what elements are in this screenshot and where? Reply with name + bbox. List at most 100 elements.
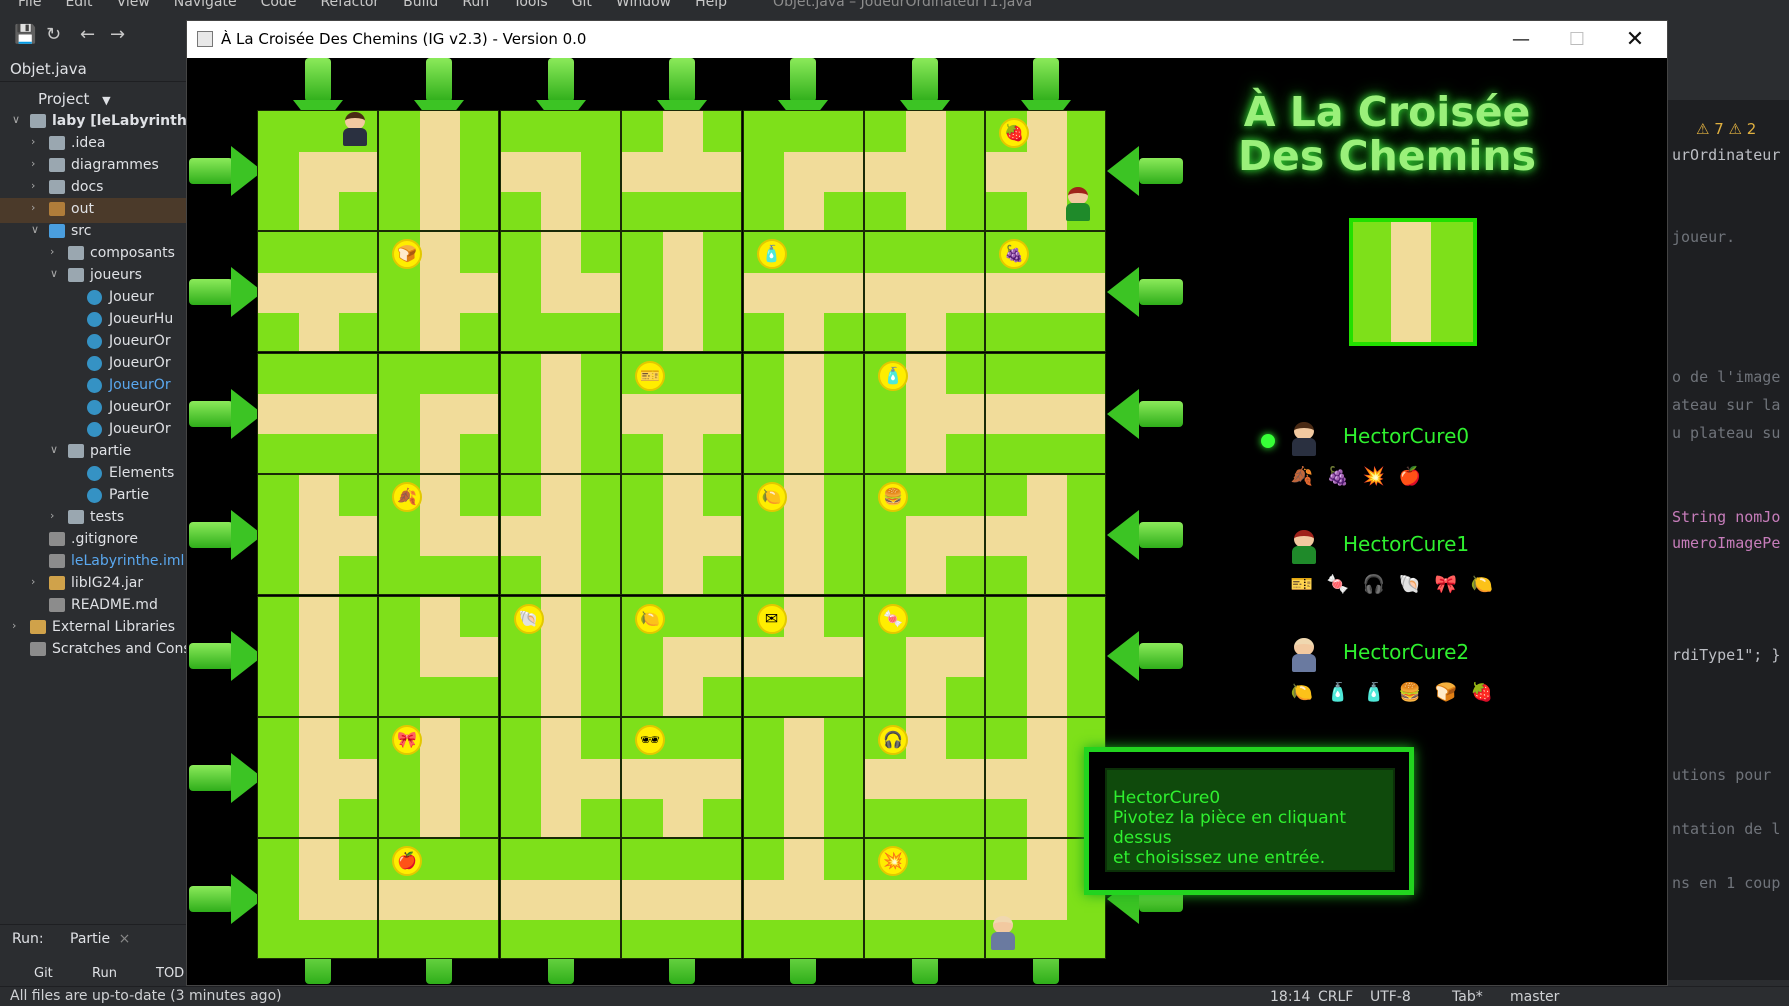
board-tile[interactable]	[257, 352, 378, 474]
chevron-right-icon[interactable]: ›	[12, 619, 16, 632]
chevron-down-icon[interactable]: ▼	[102, 94, 110, 107]
board-tile[interactable]	[499, 231, 621, 353]
board-tile[interactable]	[378, 595, 500, 717]
board-tile[interactable]	[742, 352, 864, 474]
warnings-indicator[interactable]: ⚠ 7 ⚠ 2	[1696, 120, 1756, 138]
sync-icon[interactable]: ↻	[46, 24, 61, 45]
bottom-tab-tod[interactable]: TOD	[156, 966, 184, 981]
avatar-body	[1292, 654, 1316, 672]
menu-item-git[interactable]: Git	[572, 0, 592, 10]
close-icon[interactable]: ×	[119, 931, 131, 947]
menu-item-view[interactable]: View	[117, 0, 150, 10]
bottom-tab-run[interactable]: Run	[92, 966, 117, 981]
board-tile[interactable]	[864, 110, 985, 231]
board-tile[interactable]	[985, 474, 1107, 596]
tile-path	[419, 475, 460, 517]
board-tile[interactable]	[257, 474, 378, 596]
tile-path	[662, 151, 703, 192]
insert-arrow-left[interactable]	[189, 752, 265, 803]
status-item[interactable]: 18:14	[1270, 989, 1310, 1005]
tile-path	[1065, 272, 1106, 313]
forward-icon[interactable]: →	[110, 24, 125, 45]
status-item[interactable]: CRLF	[1318, 989, 1353, 1005]
maximize-button[interactable]: ☐	[1549, 21, 1605, 58]
tree-item[interactable]: Scratches and Cons	[0, 638, 190, 663]
menu-item-file[interactable]: File	[18, 0, 41, 10]
board-tile[interactable]	[742, 838, 864, 960]
menu-item-refactor[interactable]: Refactor	[320, 0, 379, 10]
insert-arrow-left[interactable]	[189, 874, 265, 925]
menu-item-edit[interactable]: Edit	[65, 0, 92, 10]
chevron-right-icon[interactable]: ›	[50, 245, 54, 258]
insert-arrow-right[interactable]	[1107, 388, 1183, 439]
code-line: String nomJo	[1672, 508, 1781, 526]
chevron-down-icon[interactable]: ∨	[12, 113, 20, 126]
board-tile[interactable]	[985, 352, 1107, 474]
board-tile[interactable]	[257, 838, 378, 960]
board-tile[interactable]	[621, 110, 743, 231]
insert-arrow-right[interactable]	[1107, 631, 1183, 682]
board-tile[interactable]	[499, 110, 621, 231]
menu-item-run[interactable]: Run	[462, 0, 489, 10]
chevron-down-icon[interactable]: ∨	[50, 443, 58, 456]
board-tile[interactable]	[257, 595, 378, 717]
board-tile[interactable]	[864, 231, 985, 353]
bottom-tab-git[interactable]: Git	[34, 966, 53, 981]
chevron-right-icon[interactable]: ›	[31, 135, 35, 148]
tile-path	[419, 637, 460, 678]
minimize-button[interactable]: —	[1493, 21, 1549, 58]
status-item[interactable]: master	[1510, 989, 1559, 1005]
back-icon[interactable]: ←	[80, 24, 95, 45]
board-tile[interactable]	[257, 717, 378, 838]
spare-tile[interactable]	[1349, 218, 1477, 346]
board-tile[interactable]	[621, 474, 743, 596]
chevron-down-icon[interactable]: ∨	[31, 223, 39, 236]
board-tile[interactable]	[621, 838, 743, 960]
board-tile[interactable]	[621, 231, 743, 353]
board-tile[interactable]	[742, 717, 864, 838]
insert-arrow-left[interactable]	[189, 267, 265, 318]
insert-arrow-right[interactable]	[1107, 509, 1183, 560]
menu-item-window[interactable]: Window	[616, 0, 671, 10]
board-tile[interactable]	[499, 474, 621, 596]
insert-arrow-left[interactable]	[189, 388, 265, 439]
insert-arrow-left[interactable]	[189, 509, 265, 560]
insert-arrow-right[interactable]	[1107, 145, 1183, 196]
status-item[interactable]: Tab*	[1452, 989, 1483, 1005]
board-tile[interactable]	[742, 110, 864, 231]
board-tile[interactable]	[499, 717, 621, 838]
menu-item-navigate[interactable]: Navigate	[174, 0, 237, 10]
objective-item-icon: 🍎	[1398, 466, 1422, 487]
code-editor[interactable]: ⚠ 7 ⚠ 2 urOrdinateur joueur. o de l'image at…	[1668, 100, 1789, 980]
chevron-right-icon[interactable]: ›	[31, 157, 35, 170]
insert-arrow-left[interactable]	[189, 631, 265, 682]
menu-item-build[interactable]: Build	[403, 0, 438, 10]
tile-path	[662, 272, 703, 313]
menu-item-tools[interactable]: Tools	[513, 0, 548, 10]
board-tile[interactable]	[378, 352, 500, 474]
tile-path	[622, 394, 664, 435]
save-icon[interactable]: 💾	[14, 24, 36, 45]
board-tile[interactable]	[499, 352, 621, 474]
status-item[interactable]: UTF-8	[1370, 989, 1411, 1005]
board-tile[interactable]	[257, 231, 378, 353]
tile-path	[1065, 394, 1106, 435]
chevron-right-icon[interactable]: ›	[31, 201, 35, 214]
board-tile[interactable]	[985, 595, 1107, 717]
menu-item-help[interactable]: Help	[695, 0, 727, 10]
game-window: À La Croisée Des Chemins (IG v2.3) - Ver…	[186, 20, 1668, 986]
chevron-right-icon[interactable]: ›	[31, 179, 35, 192]
chevron-down-icon[interactable]: ∨	[50, 267, 58, 280]
file-tab[interactable]: Objet.java	[0, 56, 190, 82]
chevron-right-icon[interactable]: ›	[50, 509, 54, 522]
close-button[interactable]: ✕	[1607, 21, 1663, 58]
chevron-right-icon[interactable]: ›	[31, 575, 35, 588]
board-tile[interactable]	[378, 110, 500, 231]
run-config-tab[interactable]: Partie	[70, 931, 110, 947]
tile-path	[662, 394, 703, 435]
menu-item-code[interactable]: Code	[261, 0, 297, 10]
insert-arrow-right[interactable]	[1107, 267, 1183, 318]
board-tile[interactable]	[499, 838, 621, 960]
insert-arrow-left[interactable]	[189, 145, 265, 196]
tile-path	[823, 272, 863, 313]
